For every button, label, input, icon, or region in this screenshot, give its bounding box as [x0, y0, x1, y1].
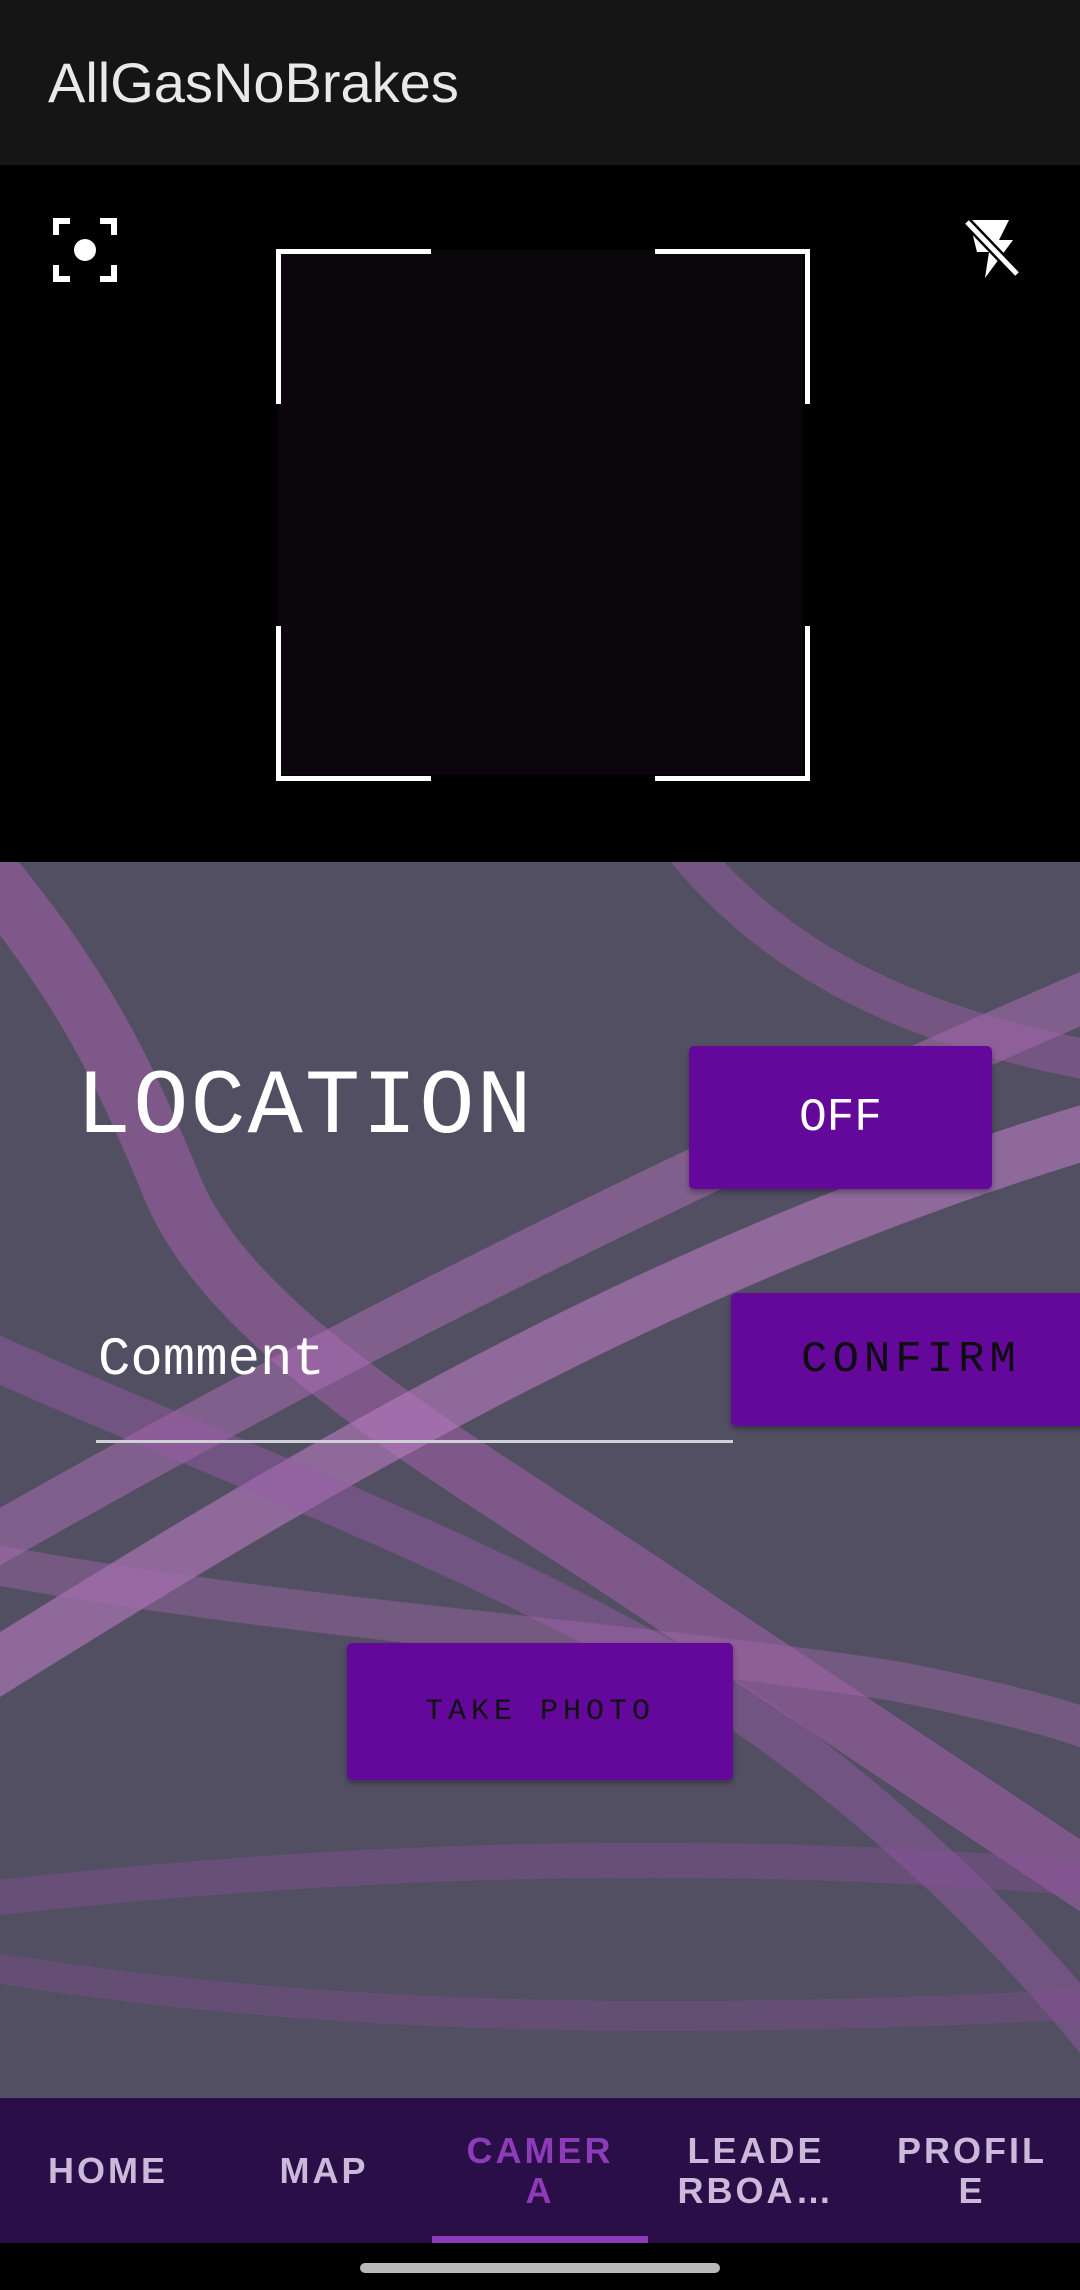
viewfinder-corner-bottom-left	[276, 626, 431, 781]
bottom-navigation: HOME MAP CAMER A LEADE RBOA… PROFIL E	[0, 2098, 1080, 2243]
location-label: LOCATION	[76, 1055, 534, 1160]
focus-mode-icon[interactable]	[50, 215, 120, 285]
home-indicator[interactable]	[360, 2263, 720, 2273]
location-toggle-button[interactable]: OFF	[689, 1046, 992, 1189]
viewfinder-corner-bottom-right	[655, 626, 810, 781]
comment-input[interactable]	[96, 1300, 733, 1443]
active-tab-indicator	[432, 2236, 648, 2243]
flash-off-icon[interactable]	[957, 212, 1027, 282]
tab-camera[interactable]: CAMER A	[432, 2098, 648, 2243]
tab-map[interactable]: MAP	[216, 2098, 432, 2243]
app-title: AllGasNoBrakes	[48, 51, 459, 114]
tab-leaderboard[interactable]: LEADE RBOA…	[648, 2098, 864, 2243]
tab-profile[interactable]: PROFIL E	[864, 2098, 1080, 2243]
tab-map-label: MAP	[279, 2149, 369, 2191]
tab-home[interactable]: HOME	[0, 2098, 216, 2243]
take-photo-button[interactable]: TAKE PHOTO	[347, 1643, 733, 1780]
tab-camera-label: CAMER A	[466, 2129, 614, 2211]
tab-leaderboard-label: LEADE RBOA…	[677, 2129, 835, 2211]
confirm-button[interactable]: CONFIRM	[731, 1293, 1080, 1426]
app-bar: AllGasNoBrakes	[0, 0, 1080, 165]
viewfinder-corner-top-right	[655, 249, 810, 404]
viewfinder-corner-top-left	[276, 249, 431, 404]
tab-profile-label: PROFIL E	[897, 2129, 1047, 2211]
tab-home-label: HOME	[48, 2149, 168, 2191]
